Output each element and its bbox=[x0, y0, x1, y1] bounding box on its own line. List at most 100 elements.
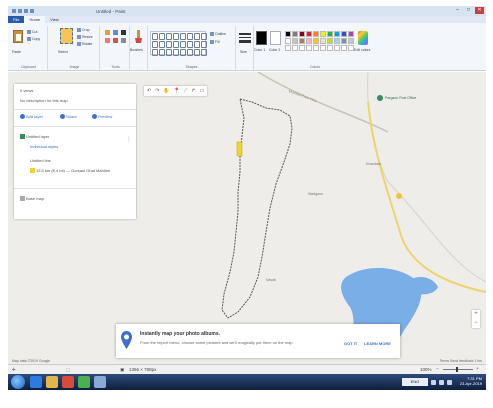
base-map-toggle[interactable]: Base map bbox=[20, 196, 44, 202]
layer-checkbox[interactable]: Untitled layer bbox=[20, 134, 49, 140]
zoom-out-button[interactable]: − bbox=[472, 319, 480, 328]
palette-swatch[interactable] bbox=[299, 38, 305, 44]
palette-swatch[interactable] bbox=[348, 31, 354, 37]
network-icon[interactable] bbox=[439, 379, 444, 385]
palette-swatch[interactable] bbox=[285, 45, 291, 51]
zoom-in-status-button[interactable]: + bbox=[476, 366, 479, 371]
palette-swatch[interactable] bbox=[320, 31, 326, 37]
language-indicator[interactable]: ENG bbox=[402, 378, 428, 386]
undo-map-icon[interactable]: ↶ bbox=[147, 88, 151, 94]
select-label: Select bbox=[58, 50, 68, 54]
layer-style-link[interactable]: Individual styles bbox=[30, 144, 58, 149]
brush-icon[interactable] bbox=[133, 30, 144, 44]
map-description[interactable]: No description for this map bbox=[20, 98, 68, 103]
palette-swatch[interactable] bbox=[334, 31, 340, 37]
palette-swatch[interactable] bbox=[313, 45, 319, 51]
color2-swatch[interactable] bbox=[270, 31, 281, 45]
palette-swatch[interactable] bbox=[327, 31, 333, 37]
palette-swatch[interactable] bbox=[306, 31, 312, 37]
palette-swatch[interactable] bbox=[320, 38, 326, 44]
minimize-button[interactable]: – bbox=[453, 7, 462, 14]
tab-file[interactable]: File bbox=[8, 16, 25, 23]
palette-swatch[interactable] bbox=[306, 45, 312, 51]
palette-swatch[interactable] bbox=[334, 38, 340, 44]
magnifier-icon[interactable] bbox=[121, 38, 126, 43]
hand-icon[interactable]: ✋ bbox=[163, 88, 169, 94]
redo-map-icon[interactable]: ↷ bbox=[155, 88, 159, 94]
taskbar-clock[interactable]: 7:31 PM 23-Apr-2019 bbox=[460, 376, 482, 386]
eraser-icon[interactable] bbox=[105, 38, 110, 43]
text-icon[interactable] bbox=[121, 30, 126, 35]
town-label-1: Khandala bbox=[366, 162, 381, 166]
redo-icon[interactable] bbox=[30, 9, 34, 13]
fill-icon[interactable] bbox=[113, 30, 118, 35]
resize-button[interactable]: Resize bbox=[77, 35, 93, 39]
chrome-icon[interactable] bbox=[78, 376, 90, 388]
rotate-button[interactable]: Rotate bbox=[77, 42, 92, 46]
undo-icon[interactable] bbox=[24, 9, 28, 13]
shapes-gallery[interactable] bbox=[150, 31, 207, 56]
palette-swatch[interactable] bbox=[334, 45, 340, 51]
palette-swatch[interactable] bbox=[285, 38, 291, 44]
zoom-out-status-button[interactable]: − bbox=[436, 366, 439, 371]
more-options-icon[interactable]: ⋮ bbox=[126, 136, 132, 143]
size-icon[interactable] bbox=[239, 33, 251, 47]
color-picker-icon[interactable] bbox=[113, 38, 118, 43]
marker-icon[interactable]: 📍 bbox=[174, 88, 180, 94]
palette-swatch[interactable] bbox=[341, 45, 347, 51]
paste-button[interactable] bbox=[10, 26, 24, 43]
preview-button[interactable]: Preview bbox=[92, 114, 112, 120]
directions-icon[interactable]: ↱ bbox=[191, 88, 195, 94]
palette-swatch[interactable] bbox=[327, 45, 333, 51]
palette-swatch[interactable] bbox=[292, 45, 298, 51]
media-player-icon[interactable] bbox=[62, 376, 74, 388]
palette-swatch[interactable] bbox=[285, 31, 291, 37]
color-palette[interactable] bbox=[285, 31, 354, 51]
tray-arrow-icon[interactable] bbox=[431, 379, 436, 385]
explorer-icon[interactable] bbox=[46, 376, 58, 388]
copy-button[interactable]: Copy bbox=[27, 37, 40, 41]
tab-home[interactable]: Home bbox=[24, 16, 46, 23]
outline-button[interactable]: Outline bbox=[210, 32, 226, 36]
learn-more-button[interactable]: LEARN MORE bbox=[364, 341, 391, 346]
palette-swatch[interactable] bbox=[341, 31, 347, 37]
paint-taskbar-icon[interactable] bbox=[94, 376, 106, 388]
palette-swatch[interactable] bbox=[299, 45, 305, 51]
tab-view[interactable]: View bbox=[45, 16, 64, 23]
palette-swatch[interactable] bbox=[292, 31, 298, 37]
zoom-in-button[interactable]: + bbox=[472, 310, 480, 319]
ie-icon[interactable] bbox=[30, 376, 42, 388]
share-label: Share bbox=[66, 114, 77, 119]
close-button[interactable]: ✕ bbox=[475, 7, 484, 14]
palette-swatch[interactable] bbox=[306, 38, 312, 44]
palette-swatch[interactable] bbox=[292, 38, 298, 44]
start-button[interactable] bbox=[11, 375, 25, 389]
palette-swatch[interactable] bbox=[341, 38, 347, 44]
zoom-slider[interactable] bbox=[443, 367, 473, 372]
edit-colors-icon[interactable] bbox=[358, 31, 368, 45]
palette-swatch[interactable] bbox=[327, 38, 333, 44]
maximize-button[interactable]: □ bbox=[464, 7, 473, 14]
crop-button[interactable]: Crop bbox=[77, 28, 90, 32]
pencil-icon[interactable] bbox=[105, 30, 110, 35]
palette-swatch[interactable] bbox=[313, 38, 319, 44]
volume-icon[interactable] bbox=[447, 379, 452, 385]
add-layer-button[interactable]: Add layer bbox=[20, 114, 43, 120]
cut-button[interactable]: Cut bbox=[27, 30, 37, 34]
got-it-button[interactable]: GOT IT bbox=[344, 341, 357, 346]
share-button[interactable]: Share bbox=[60, 114, 77, 120]
ruler-icon[interactable]: ▭ bbox=[200, 88, 205, 94]
palette-swatch[interactable] bbox=[313, 31, 319, 37]
item-line[interactable]: Untitled line bbox=[30, 158, 51, 163]
palette-swatch[interactable] bbox=[348, 38, 354, 44]
shape-fill-label: Fill bbox=[215, 40, 220, 44]
palette-swatch[interactable] bbox=[320, 45, 326, 51]
fill-button[interactable]: Fill bbox=[210, 40, 219, 44]
paint-canvas[interactable]: Mumbai Pune Hwy Pargaon Post Office Khan… bbox=[8, 72, 486, 364]
select-button[interactable] bbox=[60, 28, 73, 44]
item-distance[interactable]: 13.5 km (8.4 mi) — Gorsaul Ghat Mahthel bbox=[30, 168, 110, 174]
save-icon[interactable] bbox=[18, 9, 22, 13]
draw-line-icon[interactable]: ⟋ bbox=[184, 88, 188, 94]
palette-swatch[interactable] bbox=[299, 31, 305, 37]
color1-swatch[interactable] bbox=[256, 31, 267, 45]
